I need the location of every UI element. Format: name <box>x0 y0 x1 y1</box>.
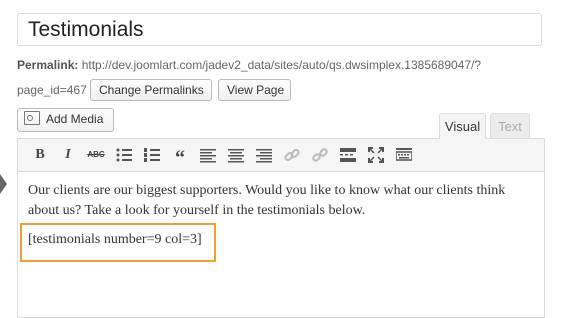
fullscreen-icon[interactable] <box>366 145 386 165</box>
post-title-input[interactable]: Testimonials <box>17 13 542 46</box>
numbered-list-icon[interactable] <box>142 145 162 165</box>
tab-visual[interactable]: Visual <box>439 113 486 139</box>
editor-content-paragraph[interactable]: Our clients are our biggest supporters. … <box>28 181 528 221</box>
view-page-button[interactable]: View Page <box>218 79 291 101</box>
permalink-page-id: page_id=467 <box>17 83 87 97</box>
strikethrough-button[interactable]: ABC <box>86 145 106 165</box>
bullet-list-icon[interactable] <box>114 145 134 165</box>
add-media-button[interactable]: Add Media <box>17 108 114 132</box>
align-center-icon[interactable] <box>226 145 246 165</box>
permalink-row: Permalink: http://dev.joomlart.com/jadev… <box>17 58 481 72</box>
remove-link-icon[interactable] <box>310 145 330 165</box>
italic-button[interactable]: I <box>58 145 78 165</box>
align-left-icon[interactable] <box>198 145 218 165</box>
align-right-icon[interactable] <box>254 145 274 165</box>
bold-button[interactable]: B <box>30 145 50 165</box>
media-icon <box>24 111 40 125</box>
add-media-label: Add Media <box>46 112 104 126</box>
permalink-url[interactable]: http://dev.joomlart.com/jadev2_data/site… <box>82 58 481 72</box>
insert-link-icon[interactable] <box>282 145 302 165</box>
tab-text[interactable]: Text <box>490 113 530 139</box>
permalink-label: Permalink: <box>17 58 79 72</box>
read-more-icon[interactable] <box>338 145 358 165</box>
shortcode-text[interactable]: [testimonials number=9 col=3] <box>28 232 202 248</box>
editor-toolbar: B I ABC “ <box>18 139 544 172</box>
collapse-arrow-icon <box>0 174 7 194</box>
blockquote-button[interactable]: “ <box>170 145 190 169</box>
change-permalinks-button[interactable]: Change Permalinks <box>90 79 212 101</box>
post-title-text: Testimonials <box>28 18 144 41</box>
toolbar-toggle-icon[interactable] <box>394 145 414 165</box>
